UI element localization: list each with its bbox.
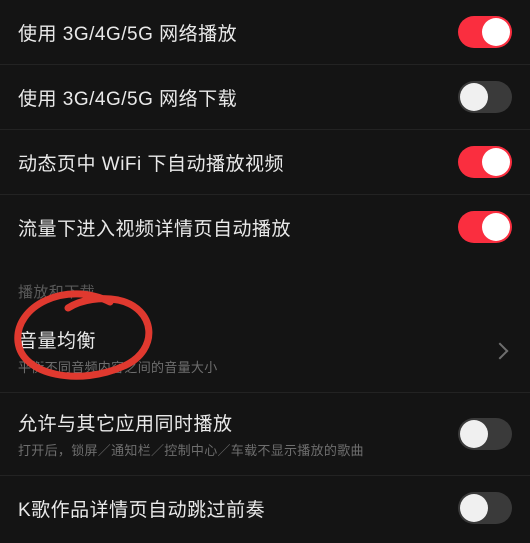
row-label: 音量均衡 bbox=[18, 326, 218, 353]
row-text: 使用 3G/4G/5G 网络下载 bbox=[18, 84, 237, 111]
row-label: 允许与其它应用同时播放 bbox=[18, 409, 364, 436]
row-subtitle: 打开后，锁屏／通知栏／控制中心／车载不显示播放的歌曲 bbox=[18, 440, 364, 459]
toggle-k-skip-intro[interactable] bbox=[458, 492, 512, 524]
toggle-knob bbox=[482, 18, 510, 46]
row-label: 流量下进入视频详情页自动播放 bbox=[18, 214, 291, 241]
toggle-allow-simultaneous[interactable] bbox=[458, 418, 512, 450]
toggle-knob bbox=[460, 494, 488, 522]
toggle-cellular-play[interactable] bbox=[458, 16, 512, 48]
toggle-wifi-autoplay[interactable] bbox=[458, 146, 512, 178]
row-wifi-autoplay[interactable]: 动态页中 WiFi 下自动播放视频 bbox=[0, 130, 530, 195]
toggle-knob bbox=[482, 148, 510, 176]
row-text: 使用 3G/4G/5G 网络播放 bbox=[18, 19, 237, 46]
chevron-right-icon bbox=[492, 343, 509, 360]
row-label: K歌作品详情页自动跳过前奏 bbox=[18, 495, 265, 522]
row-volume-normalization[interactable]: 音量均衡 平衡不同音频内容之间的音量大小 bbox=[0, 310, 530, 393]
row-label: 使用 3G/4G/5G 网络下载 bbox=[18, 84, 237, 111]
row-label: 动态页中 WiFi 下自动播放视频 bbox=[18, 149, 284, 176]
toggle-knob bbox=[482, 213, 510, 241]
row-text: 流量下进入视频详情页自动播放 bbox=[18, 214, 291, 241]
section-header-playback: 播放和下载 bbox=[0, 259, 530, 310]
row-text: 允许与其它应用同时播放 打开后，锁屏／通知栏／控制中心／车载不显示播放的歌曲 bbox=[18, 409, 364, 459]
row-label: 使用 3G/4G/5G 网络播放 bbox=[18, 19, 237, 46]
row-text: 动态页中 WiFi 下自动播放视频 bbox=[18, 149, 284, 176]
row-allow-simultaneous[interactable]: 允许与其它应用同时播放 打开后，锁屏／通知栏／控制中心／车载不显示播放的歌曲 bbox=[0, 393, 530, 476]
row-cellular-download[interactable]: 使用 3G/4G/5G 网络下载 bbox=[0, 65, 530, 130]
row-text: K歌作品详情页自动跳过前奏 bbox=[18, 495, 265, 522]
toggle-cellular-download[interactable] bbox=[458, 81, 512, 113]
toggle-data-video-autoplay[interactable] bbox=[458, 211, 512, 243]
row-text: 音量均衡 平衡不同音频内容之间的音量大小 bbox=[18, 326, 218, 376]
toggle-knob bbox=[460, 420, 488, 448]
row-subtitle: 平衡不同音频内容之间的音量大小 bbox=[18, 357, 218, 376]
settings-list: 使用 3G/4G/5G 网络播放 使用 3G/4G/5G 网络下载 动态页中 W… bbox=[0, 0, 530, 540]
toggle-knob bbox=[460, 83, 488, 111]
row-data-video-autoplay[interactable]: 流量下进入视频详情页自动播放 bbox=[0, 195, 530, 259]
row-cellular-play[interactable]: 使用 3G/4G/5G 网络播放 bbox=[0, 0, 530, 65]
row-k-skip-intro[interactable]: K歌作品详情页自动跳过前奏 bbox=[0, 476, 530, 540]
